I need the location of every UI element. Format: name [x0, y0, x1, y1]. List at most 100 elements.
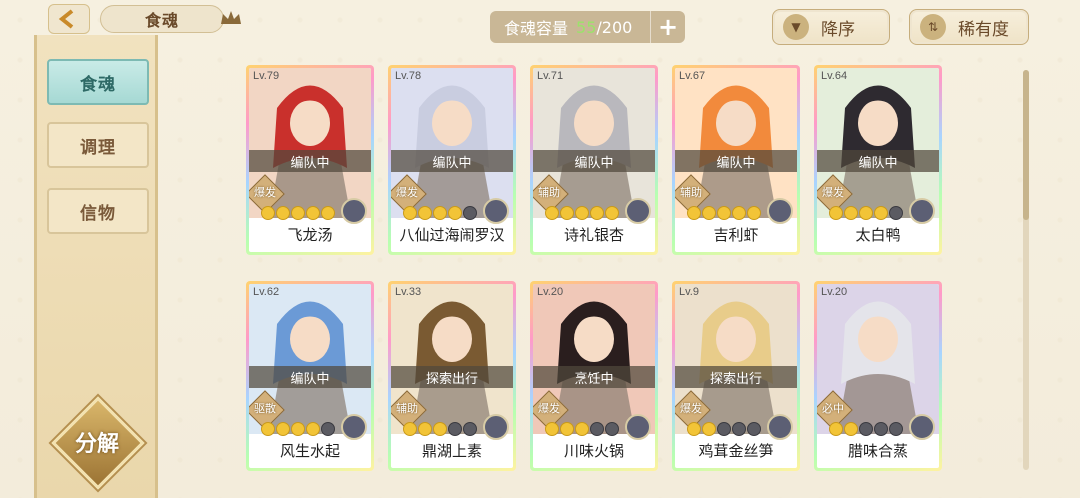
level-label: Lv.67: [679, 70, 706, 82]
status-banner: 烹饪中: [533, 366, 655, 388]
food-soul-card[interactable]: Lv.67 编队中 辅助 吉利虾: [672, 65, 800, 255]
capacity-display: 食魂容量 55/200 +: [490, 11, 685, 43]
star-rating: [261, 206, 335, 220]
role-label: 辅助: [396, 402, 418, 415]
star-icon: [590, 206, 604, 220]
status-banner: 编队中: [533, 150, 655, 172]
card-inner: Lv.79 编队中 爆发 飞龙汤: [249, 68, 371, 252]
card-inner: Lv.67 编队中 辅助 吉利虾: [675, 68, 797, 252]
star-rating: [687, 206, 761, 220]
element-icon: [767, 414, 793, 440]
food-soul-card[interactable]: Lv.20 必中 腊味合蒸: [814, 281, 942, 471]
star-icon: [717, 206, 731, 220]
star-rating: [687, 422, 761, 436]
star-icon: [418, 206, 432, 220]
tab-tokens[interactable]: 信物: [47, 188, 149, 234]
sort-by-button[interactable]: ⇅ 稀有度: [909, 9, 1029, 45]
back-arrow-icon: [58, 9, 74, 29]
card-name: 鼎湖上素: [391, 436, 513, 466]
element-icon: [909, 414, 935, 440]
food-soul-card[interactable]: Lv.20 烹饪中爆发川味火锅: [530, 281, 658, 471]
star-icon: [321, 422, 335, 436]
element-icon: [625, 198, 651, 224]
card-inner: Lv.20 必中 腊味合蒸: [817, 284, 939, 468]
scrollbar-thumb[interactable]: [1023, 70, 1029, 220]
decompose-label: 分解: [74, 432, 119, 457]
level-label: Lv.20: [537, 286, 564, 298]
star-icon: [306, 422, 320, 436]
element-icon: [341, 414, 367, 440]
card-inner: Lv.33 探索出行 辅助 鼎湖上素: [391, 284, 513, 468]
star-icon: [732, 206, 746, 220]
star-icon: [747, 206, 761, 220]
capacity-max: /200: [596, 17, 633, 37]
card-name: 飞龙汤: [249, 220, 371, 250]
add-capacity-button[interactable]: +: [650, 11, 685, 43]
card-inner: Lv.9 探索出行 爆发 鸡茸金丝笋: [675, 284, 797, 468]
back-button[interactable]: [48, 4, 90, 34]
star-icon: [859, 422, 873, 436]
card-inner: Lv.78 编队中 爆发 八仙过海闹罗汉: [391, 68, 513, 252]
role-label: 爆发: [538, 402, 560, 415]
triangle-down-icon: ▼: [783, 14, 809, 40]
star-icon: [605, 422, 619, 436]
sort-order-label: 降序: [821, 19, 855, 40]
star-rating: [545, 206, 619, 220]
star-icon: [433, 206, 447, 220]
status-banner: 编队中: [249, 366, 371, 388]
star-rating: [403, 422, 477, 436]
star-icon: [874, 206, 888, 220]
role-label: 辅助: [680, 186, 702, 199]
food-soul-card[interactable]: Lv.71 编队中 辅助 诗礼银杏: [530, 65, 658, 255]
sort-order-button[interactable]: ▼ 降序: [772, 9, 890, 45]
food-soul-card[interactable]: Lv.78 编队中 爆发 八仙过海闹罗汉: [388, 65, 516, 255]
level-label: Lv.78: [395, 70, 422, 82]
star-icon: [605, 206, 619, 220]
star-icon: [702, 206, 716, 220]
star-rating: [545, 422, 619, 436]
food-soul-card[interactable]: Lv.62 编队中 驱散 风生水起: [246, 281, 374, 471]
star-icon: [687, 422, 701, 436]
star-icon: [829, 422, 843, 436]
star-icon: [261, 422, 275, 436]
star-icon: [590, 422, 604, 436]
decompose-button[interactable]: 分解: [51, 396, 145, 490]
card-inner: Lv.64 编队中 爆发 太白鸭: [817, 68, 939, 252]
tab-seasoning[interactable]: 调理: [47, 122, 149, 168]
star-icon: [859, 206, 873, 220]
level-label: Lv.9: [679, 286, 699, 298]
star-rating: [403, 206, 477, 220]
star-icon: [687, 206, 701, 220]
food-soul-card[interactable]: Lv.33 探索出行 辅助 鼎湖上素: [388, 281, 516, 471]
star-icon: [889, 422, 903, 436]
card-name: 川味火锅: [533, 436, 655, 466]
star-rating: [829, 422, 903, 436]
level-label: Lv.71: [537, 70, 564, 82]
star-icon: [403, 206, 417, 220]
level-label: Lv.62: [253, 286, 280, 298]
food-soul-card[interactable]: Lv.9 探索出行 爆发 鸡茸金丝笋: [672, 281, 800, 471]
food-soul-card[interactable]: Lv.79 编队中 爆发 飞龙汤: [246, 65, 374, 255]
tab-food-souls[interactable]: 食魂: [47, 59, 149, 105]
crown-icon[interactable]: [218, 8, 244, 28]
star-icon: [261, 206, 275, 220]
status-banner: 探索出行: [675, 366, 797, 388]
role-label: 辅助: [538, 186, 560, 199]
capacity-current: 55: [576, 17, 597, 37]
element-icon: [483, 198, 509, 224]
element-icon: [625, 414, 651, 440]
card-inner: Lv.62 编队中 驱散 风生水起: [249, 284, 371, 468]
card-name: 鸡茸金丝笋: [675, 436, 797, 466]
role-label: 爆发: [396, 186, 418, 199]
star-icon: [575, 422, 589, 436]
food-soul-card[interactable]: Lv.64 编队中 爆发 太白鸭: [814, 65, 942, 255]
star-icon: [448, 206, 462, 220]
page-title-tab: 食魂: [100, 5, 224, 33]
star-icon: [545, 422, 559, 436]
card-inner: Lv.71 编队中 辅助 诗礼银杏: [533, 68, 655, 252]
card-name: 吉利虾: [675, 220, 797, 250]
star-icon: [560, 206, 574, 220]
card-name: 腊味合蒸: [817, 436, 939, 466]
star-icon: [844, 206, 858, 220]
capacity-label: 食魂容量: [504, 19, 569, 38]
